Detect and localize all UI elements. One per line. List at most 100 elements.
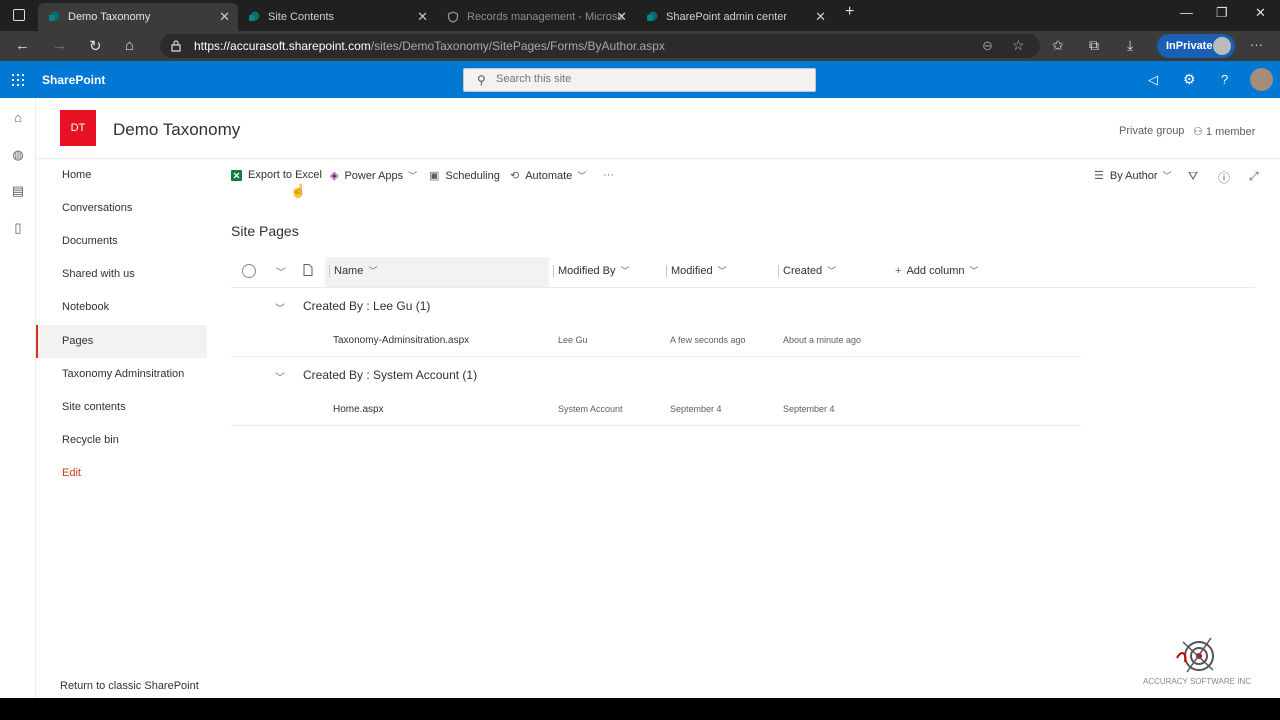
nav-item-pages[interactable]: Pages [36,325,207,358]
zoom-icon[interactable]: ⊖ [982,38,993,54]
help-icon[interactable]: ? [1221,72,1228,87]
browser-address-bar: ← → ↻ ⌂ https://accurasoft.sharepoint.co… [0,31,1280,61]
modified-by-cell[interactable]: Lee Gu [558,335,588,345]
column-name-label: Name [334,264,364,277]
app-launcher-icon[interactable] [12,74,24,86]
more-menu-icon[interactable]: ··· [1250,37,1263,52]
news-icon[interactable]: ▤ [10,183,26,199]
screen: Demo Taxonomy ✕ Site Contents ✕ Records … [0,0,1280,720]
home-icon[interactable]: ⌂ [10,110,26,126]
modified-by-cell[interactable]: System Account [558,404,623,414]
add-column-button[interactable]: + Add column ﹀ [895,264,979,277]
nav-item-taxonomy-adminsitration[interactable]: Taxonomy Adminsitration [36,358,207,391]
favorite-star-icon[interactable]: ☆ [1012,37,1025,54]
column-header-modified-by[interactable]: Modified By ﹀ [553,264,630,277]
row-divider [231,425,1081,426]
nav-item-home[interactable]: Home [36,159,207,192]
sharepoint-brand-link[interactable]: SharePoint [42,73,105,87]
site-search-box[interactable]: ⚲ [463,68,816,92]
return-to-classic-link[interactable]: Return to classic SharePoint [60,680,199,692]
group-collapse-icon[interactable]: ﹀ [275,300,285,315]
megaphone-icon[interactable]: ◁ [1148,72,1158,88]
info-icon[interactable]: ⓘ [1218,169,1230,186]
nav-item-notebook[interactable]: Notebook [36,291,207,324]
favorites-icon[interactable]: ✩ [1052,37,1064,54]
close-tab-icon[interactable]: ✕ [815,9,826,25]
group-collapse-icon[interactable]: ﹀ [275,369,285,384]
header-divider [231,287,1255,288]
refresh-icon[interactable]: ↻ [89,37,102,55]
settings-gear-icon[interactable]: ⚙ [1183,71,1196,88]
chevron-down-icon: ﹀ [408,171,418,181]
url-host: https://accurasoft.sharepoint.com [194,39,371,53]
forward-icon[interactable]: → [52,37,67,54]
file-type-icon[interactable] [303,264,313,276]
file-name-link[interactable]: Taxonomy-Adminsitration.aspx [333,335,469,346]
tab-label: Demo Taxonomy [68,11,151,23]
scheduling-button[interactable]: ▣ Scheduling [429,169,500,183]
tab-actions-icon[interactable] [13,9,25,21]
file-name-link[interactable]: Home.aspx [333,404,384,415]
inprivate-label: InPrivate [1166,40,1213,52]
group-header[interactable]: Created By : Lee Gu (1) [303,299,430,313]
nav-item-site-contents[interactable]: Site contents [36,391,207,424]
column-header-name[interactable]: Name ﹀ [329,264,377,277]
expand-icon[interactable]: ⤢ [1249,169,1259,184]
view-label: By Author [1109,169,1158,182]
collections-icon[interactable]: ⧉ [1089,37,1099,54]
power-apps-icon: ◈ [330,170,339,182]
chevron-down-icon: ﹀ [368,266,378,276]
close-tab-icon[interactable]: ✕ [219,9,230,25]
files-icon[interactable]: ▯ [10,220,26,236]
tab-sharepoint-admin[interactable]: SharePoint admin center ✕ [636,3,834,31]
site-title[interactable]: Demo Taxonomy [113,120,240,140]
url-path: /sites/DemoTaxonomy/SitePages/Forms/ByAu… [370,39,665,53]
url-text: https://accurasoft.sharepoint.com/sites/… [194,39,665,53]
modified-cell: A few seconds ago [670,335,746,345]
search-icon: ⚲ [477,73,486,87]
back-icon[interactable]: ← [15,37,30,54]
filter-icon[interactable]: ⛛ [1188,169,1198,184]
nav-edit-link[interactable]: Edit [36,457,207,490]
automate-button[interactable]: ⟲ Automate ﹀ [510,169,587,183]
new-tab-icon[interactable]: + [845,3,854,21]
user-avatar[interactable] [1250,68,1273,91]
person-icon: ⚇ [1193,126,1206,138]
inprivate-badge[interactable]: InPrivate [1157,34,1235,58]
chevron-down-icon: ﹀ [620,266,630,276]
tab-site-contents[interactable]: Site Contents ✕ [238,3,436,31]
more-commands-button[interactable]: ··· [603,169,614,181]
nav-item-recycle-bin[interactable]: Recycle bin [36,424,207,457]
close-tab-icon[interactable]: ✕ [417,9,428,25]
site-logo[interactable]: DT [60,110,96,146]
home-icon[interactable]: ⌂ [125,37,134,54]
modified-cell: September 4 [670,404,722,414]
search-input[interactable] [496,73,796,85]
chevron-down-icon: ﹀ [1162,171,1172,181]
chevron-down-icon: ﹀ [577,171,587,181]
members-button[interactable]: ⚇ 1 member [1193,125,1255,138]
column-header-created[interactable]: Created ﹀ [778,264,836,277]
chevron-down-icon: ﹀ [827,266,837,276]
nav-item-shared-with-us[interactable]: Shared with us [36,258,207,291]
sharepoint-favicon-icon [49,11,60,21]
close-window-icon[interactable]: ✕ [1255,5,1266,21]
close-tab-icon[interactable]: ✕ [616,9,627,25]
url-field[interactable]: https://accurasoft.sharepoint.com/sites/… [160,34,1040,58]
collapse-all-icon[interactable]: ﹀ [276,264,286,279]
column-header-modified[interactable]: Modified ﹀ [666,264,727,277]
downloads-icon[interactable]: ⤓ [1127,37,1133,54]
view-switcher-button[interactable]: ☰ By Author ﹀ [1094,169,1172,183]
tab-demo-taxonomy[interactable]: Demo Taxonomy ✕ [38,3,238,31]
header-divider [36,158,1280,159]
nav-item-conversations[interactable]: Conversations [36,192,207,225]
power-apps-button[interactable]: ◈ Power Apps ﹀ [330,169,418,183]
nav-item-documents[interactable]: Documents [36,225,207,258]
globe-icon[interactable]: ◍ [10,147,26,163]
minimize-icon[interactable]: — [1180,5,1193,20]
export-to-excel-button[interactable]: Export to Excel [231,169,322,181]
tab-records-management[interactable]: Records management - Microso ✕ [437,3,635,31]
restore-icon[interactable]: ❐ [1216,5,1228,21]
select-all-checkbox[interactable] [242,264,256,278]
group-header[interactable]: Created By : System Account (1) [303,368,477,382]
